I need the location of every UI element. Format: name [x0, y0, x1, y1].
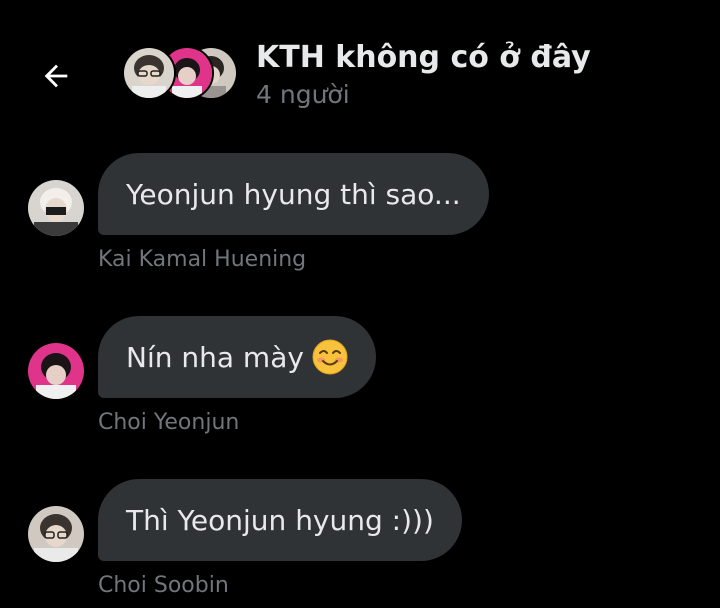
smiling-face-emoji: [312, 339, 348, 375]
sender-avatar-soobin[interactable]: [28, 506, 84, 562]
back-button[interactable]: [36, 56, 76, 96]
message-bubble[interactable]: Yeonjun hyung thì sao...: [98, 153, 489, 235]
message-bubble[interactable]: Nín nha mày: [98, 316, 376, 398]
chat-header: KTH không có ở đây 4 người: [0, 0, 720, 120]
sender-avatar-kai[interactable]: [28, 180, 84, 236]
message-text: Nín nha mày: [126, 340, 304, 374]
message-text: Yeonjun hyung thì sao...: [126, 177, 461, 211]
sender-name: Choi Yeonjun: [98, 410, 240, 435]
group-avatar-stack[interactable]: [122, 46, 238, 100]
chat-title: KTH không có ở đây: [256, 40, 591, 75]
sender-name: Choi Soobin: [98, 573, 229, 598]
sender-name: Kai Kamal Huening: [98, 247, 307, 272]
sender-avatar-yeonjun[interactable]: [28, 343, 84, 399]
member-count: 4 người: [256, 80, 350, 109]
message-bubble[interactable]: Thì Yeonjun hyung :))): [98, 479, 462, 561]
arrow-left-icon: [44, 64, 68, 88]
message-text: Thì Yeonjun hyung :))): [126, 503, 434, 537]
group-avatar-1: [122, 46, 176, 100]
